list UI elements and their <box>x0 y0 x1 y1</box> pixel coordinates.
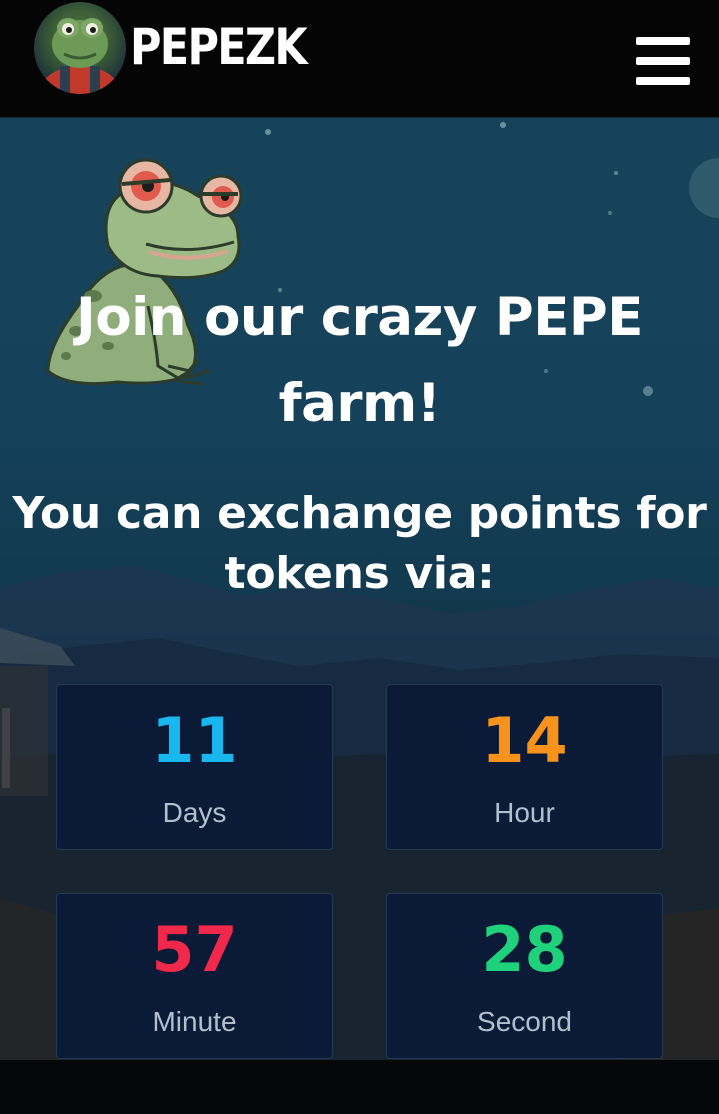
menu-bar <box>636 57 690 65</box>
countdown-days-label: Days <box>162 797 227 828</box>
countdown-seconds-label: Second <box>477 1006 572 1037</box>
hamburger-menu-icon[interactable] <box>636 37 690 85</box>
site-header: PEPEZK <box>0 0 719 118</box>
page: PEPEZK Join our crazy PEPE farm! You can… <box>0 0 719 1114</box>
countdown-minutes: 57 Minute <box>56 893 333 1059</box>
menu-bar <box>636 37 690 45</box>
hero-section: Join our crazy PEPE farm! You can exchan… <box>0 118 719 1060</box>
countdown-minutes-value: 57 <box>151 913 238 986</box>
countdown-hours: 14 Hour <box>386 684 663 850</box>
pepe-avatar-icon[interactable] <box>34 2 126 94</box>
countdown-hours-value: 14 <box>481 704 568 777</box>
countdown-days: 11 Days <box>56 684 333 850</box>
countdown-days-value: 11 <box>151 704 238 777</box>
countdown-hours-label: Hour <box>494 797 555 828</box>
countdown-minutes-label: Minute <box>152 1006 237 1037</box>
logo-text[interactable]: PEPEZK <box>130 18 308 76</box>
hero-subtitle: You can exchange points for tokens via: <box>12 488 707 599</box>
bottom-bar <box>0 1060 719 1114</box>
hero-title: Join our crazy PEPE farm! <box>76 287 643 434</box>
menu-bar <box>636 77 690 85</box>
countdown-seconds: 28 Second <box>386 893 663 1059</box>
countdown-seconds-value: 28 <box>481 913 568 986</box>
